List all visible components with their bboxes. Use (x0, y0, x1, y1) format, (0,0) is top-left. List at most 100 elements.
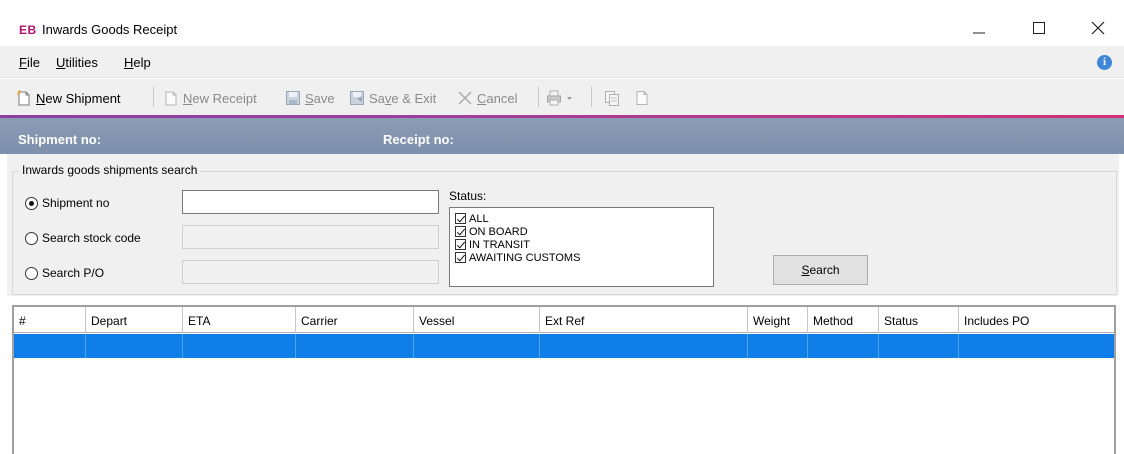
table-cell (183, 334, 296, 358)
menu-help[interactable]: Help (124, 55, 151, 70)
close-button[interactable] (1076, 14, 1120, 42)
shipment-no-label: Shipment no: (18, 132, 102, 147)
checkbox-checked-icon (455, 239, 466, 250)
table-cell (14, 334, 86, 358)
app-logo: EB (19, 23, 37, 37)
new-receipt-button[interactable]: New Receipt (163, 89, 257, 107)
status-in-transit-checkbox[interactable]: IN TRANSIT (455, 238, 530, 251)
shipments-grid[interactable]: # Depart ETA Carrier Vessel Ext Ref Weig… (12, 305, 1116, 454)
maximize-icon (1033, 22, 1045, 34)
radio-checked-icon (25, 196, 38, 210)
menu-utilities-mnemonic: U (56, 55, 66, 70)
stock-code-input[interactable] (182, 225, 439, 249)
column-header-method[interactable]: Method (808, 307, 879, 333)
dropdown-arrow-icon (567, 97, 572, 100)
cancel-button[interactable]: Cancel (457, 89, 517, 107)
receipt-no-label: Receipt no: (383, 132, 454, 147)
status-all-label: ALL (469, 212, 489, 225)
info-icon[interactable]: i (1097, 55, 1112, 70)
copy-button[interactable] (604, 89, 620, 107)
table-cell (959, 334, 1114, 358)
column-header-depart[interactable]: Depart (86, 307, 183, 333)
status-awaiting-customs-checkbox[interactable]: AWAITING CUSTOMS (455, 251, 580, 264)
column-header-ext-ref[interactable]: Ext Ref (540, 307, 748, 333)
toolbar-separator (153, 87, 154, 107)
column-header-vessel[interactable]: Vessel (414, 307, 540, 333)
column-header-weight[interactable]: Weight (748, 307, 808, 333)
status-checklist: ALL ON BOARD IN TRANSIT AWAITING CUSTOMS (449, 207, 714, 287)
table-cell (879, 334, 959, 358)
menu-help-mnemonic: H (124, 55, 134, 70)
minimize-button[interactable] (957, 14, 1001, 42)
title-bar: EB Inwards Goods Receipt (0, 0, 1124, 46)
column-header-eta[interactable]: ETA (183, 307, 296, 333)
blank-document-icon (636, 91, 648, 105)
status-on-board-label: ON BOARD (469, 225, 528, 238)
printer-icon (547, 90, 561, 106)
table-cell (808, 334, 879, 358)
shipment-no-input[interactable] (182, 190, 439, 214)
new-receipt-label: New Receipt (183, 90, 257, 106)
save-exit-icon (350, 91, 364, 105)
checkbox-checked-icon (455, 226, 466, 237)
po-input[interactable] (182, 260, 439, 284)
column-header-includes-po[interactable]: Includes PO (959, 307, 1114, 333)
search-group-title: Inwards goods shipments search (19, 163, 201, 177)
status-all-checkbox[interactable]: ALL (455, 212, 489, 225)
table-cell (748, 334, 808, 358)
save-icon (286, 91, 300, 105)
table-cell (86, 334, 183, 358)
menu-help-label: elp (133, 55, 151, 70)
toolbar-separator (591, 87, 592, 107)
print-button[interactable] (546, 89, 574, 107)
maximize-button[interactable] (1017, 14, 1061, 42)
table-cell (540, 334, 748, 358)
minimize-icon (973, 32, 985, 34)
menu-file[interactable]: File (19, 55, 40, 70)
record-header-band: Shipment no: Receipt no: (0, 118, 1124, 154)
column-header-status[interactable]: Status (879, 307, 959, 333)
column-header-number[interactable]: # (14, 307, 86, 333)
menu-file-mnemonic: F (19, 55, 27, 70)
radio-shipment-no[interactable]: Shipment no (25, 195, 109, 211)
toolbar-separator (538, 87, 539, 107)
status-on-board-checkbox[interactable]: ON BOARD (455, 225, 528, 238)
menu-file-label: ile (26, 55, 40, 70)
document-button[interactable] (634, 89, 650, 107)
table-cell (296, 334, 414, 358)
table-row-selected[interactable] (14, 334, 1114, 358)
radio-shipment-no-label: Shipment no (42, 196, 110, 210)
radio-search-po-label: Search P/O (42, 266, 105, 280)
search-button-label: Search (801, 263, 840, 277)
new-document-icon (17, 90, 30, 106)
copy-icon (605, 91, 619, 106)
window-title: Inwards Goods Receipt (42, 22, 178, 37)
radio-search-po[interactable]: Search P/O (25, 265, 104, 281)
radio-search-stock-code-label: Search stock code (42, 231, 141, 245)
new-shipment-button[interactable]: New Shipment (16, 89, 121, 107)
save-label: Save (305, 90, 335, 106)
search-button[interactable]: Search (773, 255, 868, 285)
menu-bar: File Utilities Help (0, 46, 1124, 78)
save-exit-label: Save & Exit (369, 90, 437, 106)
checkbox-checked-icon (455, 252, 466, 263)
table-cell (414, 334, 540, 358)
radio-unchecked-icon (25, 231, 38, 245)
status-in-transit-label: IN TRANSIT (469, 238, 530, 251)
new-receipt-icon (165, 91, 177, 106)
grid-header: # Depart ETA Carrier Vessel Ext Ref Weig… (14, 307, 1114, 333)
save-exit-button[interactable]: Save & Exit (349, 89, 436, 107)
save-button[interactable]: Save (285, 89, 335, 107)
checkbox-checked-icon (455, 213, 466, 224)
column-header-carrier[interactable]: Carrier (296, 307, 414, 333)
close-icon (1091, 21, 1105, 35)
menu-utilities[interactable]: Utilities (56, 55, 98, 70)
cancel-label: Cancel (477, 90, 518, 106)
menu-utilities-label: tilities (65, 55, 98, 70)
radio-search-stock-code[interactable]: Search stock code (25, 230, 141, 246)
cancel-icon (458, 91, 472, 105)
status-label: Status: (449, 189, 487, 203)
radio-unchecked-icon (25, 266, 38, 280)
status-awaiting-customs-label: AWAITING CUSTOMS (469, 251, 581, 264)
new-shipment-label: New Shipment (36, 90, 121, 106)
